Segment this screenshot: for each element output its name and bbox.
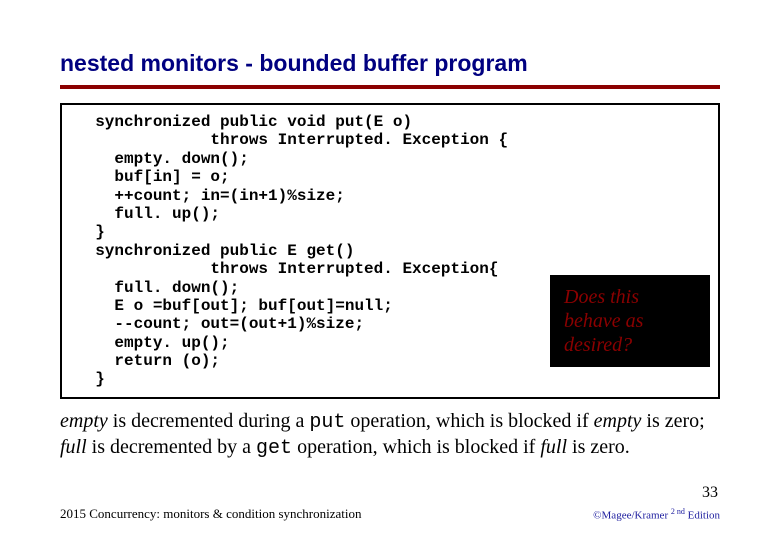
footer-right-post: Edition bbox=[685, 510, 720, 522]
body-t6: is zero; bbox=[641, 410, 704, 432]
footer-right: ©Magee/Kramer 2 nd Edition bbox=[593, 507, 720, 522]
body-t4: operation, which is blocked if bbox=[345, 410, 593, 432]
page-number: 33 bbox=[702, 484, 718, 502]
body-t7: full bbox=[60, 436, 87, 458]
footer-left: 2015 Concurrency: monitors & condition s… bbox=[60, 506, 361, 522]
body-t3: put bbox=[309, 411, 345, 434]
body-t10: operation, which is blocked if bbox=[292, 436, 540, 458]
code-block: synchronized public void put(E o) throws… bbox=[60, 103, 720, 399]
body-t12: is zero. bbox=[567, 436, 630, 458]
body-paragraph: empty is decremented during a put operat… bbox=[60, 409, 720, 461]
body-t5: empty bbox=[594, 410, 642, 432]
body-t2: is decremented during a bbox=[108, 410, 310, 432]
slide-title: nested monitors - bounded buffer program bbox=[60, 50, 720, 77]
body-t11: full bbox=[540, 436, 567, 458]
body-t9: get bbox=[256, 437, 292, 460]
footer-right-pre: ©Magee/Kramer bbox=[593, 510, 671, 522]
highlight-question-box: Does this behave as desired? bbox=[550, 275, 710, 367]
title-underline bbox=[60, 85, 720, 89]
footer-right-sup: 2 nd bbox=[671, 507, 685, 516]
body-t8: is decremented by a bbox=[87, 436, 256, 458]
code-content: synchronized public void put(E o) throws… bbox=[76, 113, 508, 388]
body-t1: empty bbox=[60, 410, 108, 432]
